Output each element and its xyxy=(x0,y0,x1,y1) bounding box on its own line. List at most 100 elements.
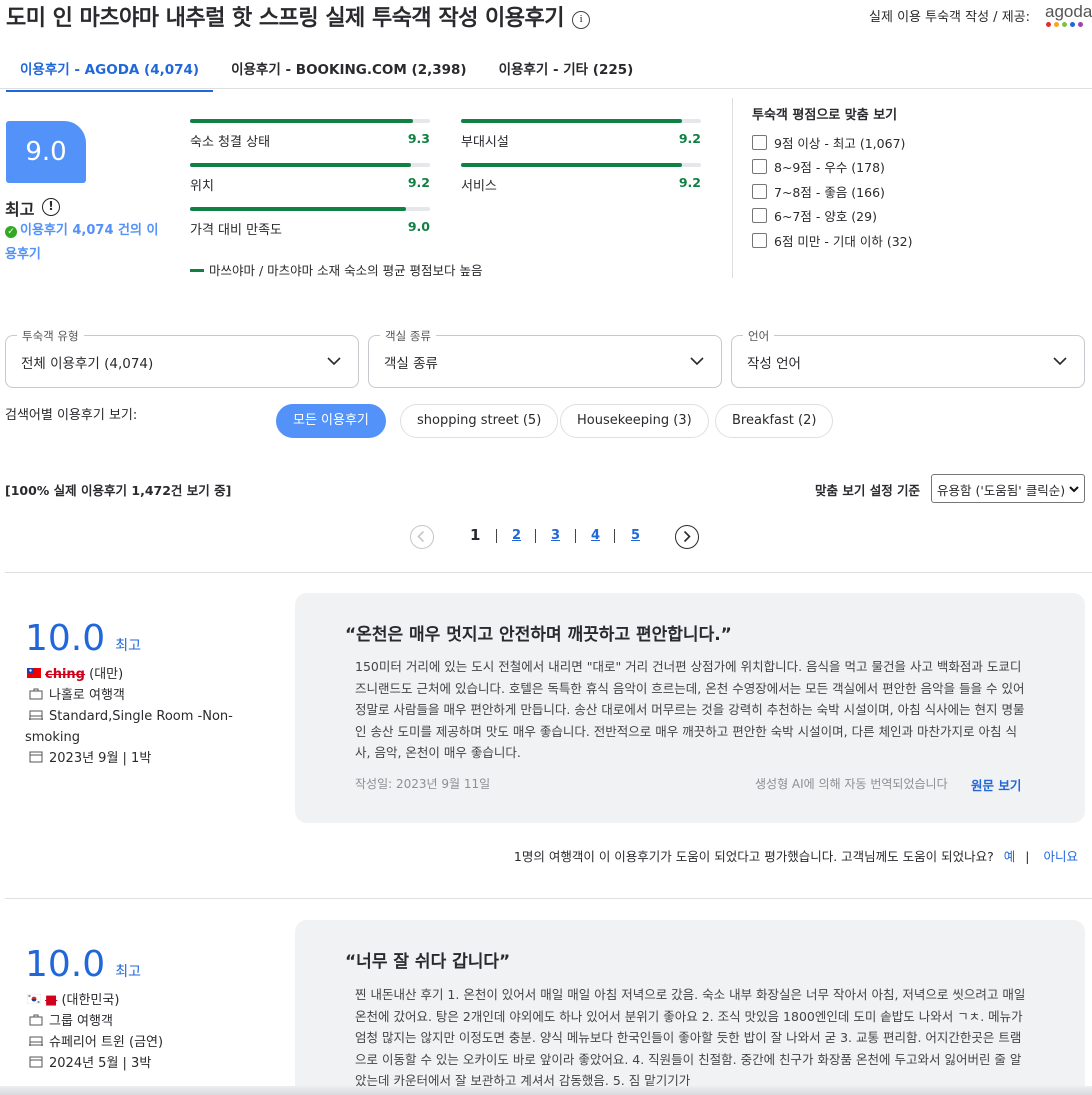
subscore-label: 가격 대비 만족도 xyxy=(190,223,282,238)
stay-date: 2024년 5월 | 3박 xyxy=(49,1056,152,1071)
suitcase-icon xyxy=(29,688,43,700)
checkbox[interactable] xyxy=(752,135,767,150)
stay-row: 2024년 5월 | 3박 xyxy=(25,1053,255,1074)
review-title: “너무 잘 쉬다 갑니다” xyxy=(345,952,511,972)
legend-line xyxy=(190,269,204,272)
reviewer-name-redacted: ■ xyxy=(45,993,58,1008)
review-1-reviewer-info: ching (대만) 나홀로 여행객 Standard,Single Room … xyxy=(25,664,255,769)
sort-select[interactable]: 유용함 ('도움됨' 클릭순) xyxy=(931,474,1085,503)
review-body: 150미터 거리에 있는 도시 전철에서 내리면 "대로" 거리 건너편 상점가… xyxy=(355,659,1025,760)
reviewer-name: ching xyxy=(45,667,85,682)
chip-shopping-street[interactable]: shopping street (5) xyxy=(400,404,559,438)
dropdown-value: 작성 언어 xyxy=(747,356,801,372)
subscore-cleanliness: 숙소 청결 상태 9.3 xyxy=(190,119,430,150)
logo-dot xyxy=(1062,22,1067,27)
review-score-word: 최고 xyxy=(115,964,142,980)
dropdown-value: 객실 종류 xyxy=(384,356,438,372)
ai-translation-note: 생성형 AI에 의해 자동 번역되었습니다 xyxy=(755,777,948,791)
helpful-yes-link[interactable]: 예 xyxy=(1004,849,1016,864)
chip-all-reviews[interactable]: 모든 이용후기 xyxy=(276,404,386,438)
review-1-content: “온천은 매우 멋지고 안전하며 깨끗하고 편안합니다.” 150미터 거리에 … xyxy=(295,593,1085,823)
score-filter-7to8[interactable]: 7~8점 - 좋음 (166) xyxy=(752,182,885,201)
review-source-tabs: 이용후기 - AGODA (4,074) 이용후기 - BOOKING.COM … xyxy=(6,48,651,92)
chevron-down-icon xyxy=(1053,357,1067,366)
alert-icon[interactable]: ! xyxy=(42,198,60,216)
traveler-type: 그룹 여행객 xyxy=(49,1014,113,1029)
dropdown-value: 전체 이용후기 (4,074) xyxy=(21,356,154,372)
page-1[interactable]: 1 xyxy=(470,526,480,544)
review-score: 10.0 xyxy=(25,618,106,659)
calendar-icon xyxy=(29,751,43,763)
page-separator xyxy=(575,529,576,543)
subscore-label: 숙소 청결 상태 xyxy=(190,135,271,150)
calendar-icon xyxy=(29,1056,43,1068)
score-filter-below6[interactable]: 6점 미만 - 기대 이하 (32) xyxy=(752,231,913,250)
tab-other[interactable]: 이용후기 - 기타 (225) xyxy=(485,48,648,92)
subscore-service: 서비스 9.2 xyxy=(461,163,701,194)
score-filter-9plus[interactable]: 9점 이상 - 최고 (1,067) xyxy=(752,133,905,152)
divider xyxy=(5,898,1092,899)
score-filter-6to7[interactable]: 6~7점 - 양호 (29) xyxy=(752,206,877,225)
score-filter-label: 7~8점 - 좋음 (166) xyxy=(774,185,885,200)
room-type: 슈페리어 트윈 (금연) xyxy=(49,1035,164,1050)
helpful-separator: | xyxy=(1025,849,1030,864)
score-filter-label: 6~7점 - 양호 (29) xyxy=(774,209,877,224)
page-2[interactable]: 2 xyxy=(512,528,521,543)
review-date: 작성일: 2023년 9월 11일 xyxy=(355,777,491,791)
page-3[interactable]: 3 xyxy=(551,528,560,543)
review-2-score-block: 10.0 최고 xyxy=(25,944,141,985)
score-filter-8to9[interactable]: 8~9점 - 우수 (178) xyxy=(752,157,885,176)
logo-dot xyxy=(1046,22,1051,27)
keyword-search-label: 검색어별 이용후기 보기: xyxy=(5,408,138,423)
horizontal-scrollbar[interactable] xyxy=(0,1086,1092,1095)
verified-reviews-count[interactable]: ✓ 이용후기 4,074 건의 이용후기 xyxy=(5,219,170,267)
room-type: Standard,Single Room -Non-smoking xyxy=(25,709,233,745)
room-type-dropdown[interactable]: 객실 종류 객실 종류 xyxy=(368,328,722,388)
logo-dot xyxy=(1054,22,1059,27)
helpful-no-link[interactable]: 아니요 xyxy=(1043,849,1078,864)
logo-dot xyxy=(1070,22,1075,27)
info-icon[interactable]: i xyxy=(571,11,590,29)
helpful-question: 1명의 여행객이 이 이용후기가 도움이 되었다고 평가했습니다. 고객님께도 … xyxy=(513,849,994,864)
next-page-button[interactable] xyxy=(675,525,699,549)
subscore-value: 9.0 xyxy=(407,219,430,234)
review-score: 10.0 xyxy=(25,944,106,985)
chip-breakfast[interactable]: Breakfast (2) xyxy=(715,404,834,438)
review-body: 찐 내돈내산 후기 1. 온천이 있어서 매일 매일 아침 저녁으로 갔음. 숙… xyxy=(355,987,1026,1088)
checkbox[interactable] xyxy=(752,233,767,248)
tab-agoda[interactable]: 이용후기 - AGODA (4,074) xyxy=(6,48,214,92)
reviewer-country: (대만) xyxy=(89,667,124,682)
view-original-link[interactable]: 원문 보기 xyxy=(971,775,1021,794)
stay-date: 2023년 9월 | 1박 xyxy=(49,751,152,766)
checkbox[interactable] xyxy=(752,184,767,199)
tab-booking[interactable]: 이용후기 - BOOKING.COM (2,398) xyxy=(217,48,480,92)
above-average-note: 마쓰야마 / 마츠야마 소재 숙소의 평균 평점보다 높음 xyxy=(190,260,483,279)
subscore-label: 서비스 xyxy=(461,179,497,194)
language-dropdown[interactable]: 언어 작성 언어 xyxy=(731,328,1085,388)
subscore-label: 부대시설 xyxy=(461,135,509,150)
dropdown-label: 투숙객 유형 xyxy=(17,328,84,344)
prev-page-button[interactable] xyxy=(410,525,434,549)
subscore-bar xyxy=(190,207,406,211)
bed-icon xyxy=(29,1036,43,1046)
review-score-word: 최고 xyxy=(115,638,142,654)
chevron-down-icon xyxy=(690,357,704,366)
review-title: “온천은 매우 멋지고 안전하며 깨끗하고 편안합니다.” xyxy=(345,625,732,645)
review-2-reviewer-info: ■ (대한민국) 그룹 여행객 슈페리어 트윈 (금연) 2024년 5월 | … xyxy=(25,990,255,1074)
checkbox[interactable] xyxy=(752,208,767,223)
page-4[interactable]: 4 xyxy=(591,528,600,543)
score-filter-label: 6점 미만 - 기대 이하 (32) xyxy=(774,234,913,249)
reviewer-country: (대한민국) xyxy=(61,993,120,1008)
checkbox[interactable] xyxy=(752,159,767,174)
page-separator xyxy=(496,529,497,543)
page-5[interactable]: 5 xyxy=(631,528,640,543)
taiwan-flag-icon xyxy=(27,668,41,678)
sort-label: 맞춤 보기 설정 기준 xyxy=(815,483,921,498)
check-circle-icon: ✓ xyxy=(5,226,17,238)
bed-icon xyxy=(29,710,43,720)
chip-housekeeping[interactable]: Housekeeping (3) xyxy=(560,404,709,438)
subscore-value-for-money: 가격 대비 만족도 9.0 xyxy=(190,207,430,238)
traveler-type-dropdown[interactable]: 투숙객 유형 전체 이용후기 (4,074) xyxy=(5,328,359,388)
subscore-location: 위치 9.2 xyxy=(190,163,430,194)
chevron-left-icon xyxy=(417,530,425,543)
